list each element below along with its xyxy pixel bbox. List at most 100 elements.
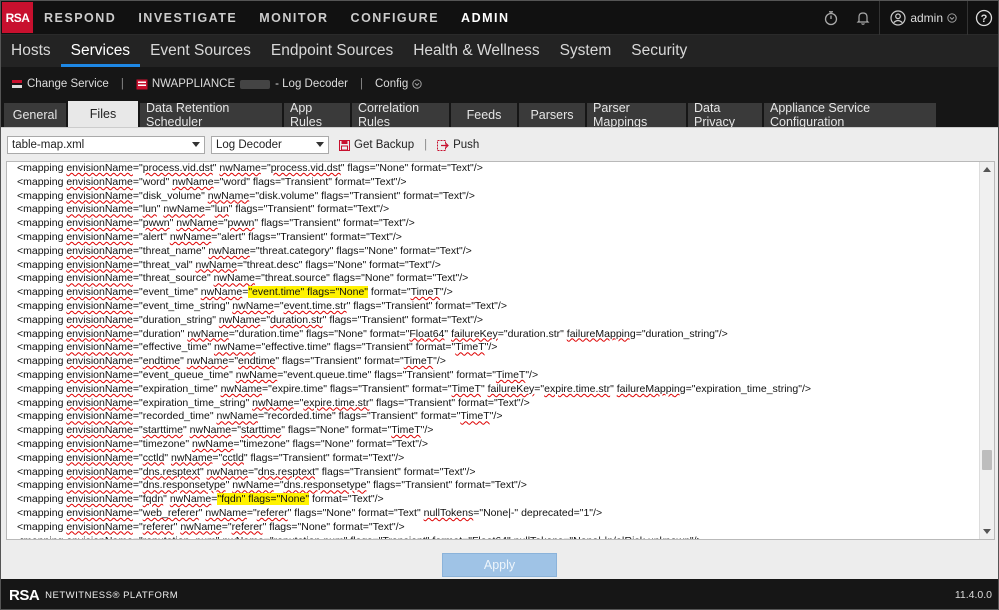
code-token: pwwn: [142, 217, 170, 230]
tab-parsers[interactable]: Parsers: [519, 103, 585, 127]
code-token: <mapping: [17, 175, 67, 188]
code-token: nwName: [219, 162, 261, 174]
code-token: web_referer: [142, 506, 199, 519]
change-service-label: Change Service: [27, 78, 109, 90]
tab-data-retention-scheduler[interactable]: Data Retention Scheduler: [140, 101, 282, 129]
code-token: =": [217, 217, 228, 230]
code-token: ="timezone": [132, 437, 192, 450]
code-token: <mapping: [17, 424, 67, 437]
code-token: =": [260, 313, 271, 326]
topnav-configure[interactable]: CONFIGURE: [340, 1, 451, 35]
code-token: ="alert": [132, 230, 170, 243]
code-token: TimeT: [451, 382, 481, 395]
tab-app-rules[interactable]: App Rules: [284, 101, 350, 129]
top-bar: RSA RESPOND INVESTIGATE MONITOR CONFIGUR…: [1, 1, 998, 35]
code-token: <mapping: [17, 272, 67, 285]
code-token: ": [610, 382, 617, 395]
footer-logo-rsa: RSA: [9, 586, 40, 604]
code-token: <mapping: [17, 382, 67, 395]
push-button[interactable]: Push: [433, 139, 483, 151]
code-token: nwName: [220, 382, 263, 395]
top-nav: RESPOND INVESTIGATE MONITOR CONFIGURE AD…: [33, 1, 521, 35]
stopwatch-icon[interactable]: [815, 1, 847, 35]
help-icon[interactable]: ?: [968, 1, 998, 35]
service-bar: Change Service | NWAPPLIANCE - Log Decode…: [1, 67, 998, 101]
code-token: ="expiration_time": [132, 382, 221, 395]
code-token: expire.time.str: [544, 382, 611, 395]
scroll-up-icon[interactable]: [983, 167, 991, 172]
subnav-event-sources[interactable]: Event Sources: [140, 35, 261, 67]
subnav-health-wellness[interactable]: Health & Wellness: [403, 35, 549, 67]
scroll-down-icon[interactable]: [983, 529, 991, 534]
code-token: envisionName: [66, 382, 133, 395]
topnav-respond[interactable]: RESPOND: [33, 1, 127, 35]
topnav-investigate[interactable]: INVESTIGATE: [127, 1, 248, 35]
get-backup-label: Get Backup: [354, 139, 415, 151]
code-token: lun: [214, 203, 229, 216]
code-token: envisionName: [66, 410, 133, 423]
code-token: TimeT: [455, 341, 485, 354]
subnav-system[interactable]: System: [550, 35, 622, 67]
tab-general[interactable]: General: [4, 103, 66, 127]
code-token: nwName: [180, 520, 222, 533]
service-select[interactable]: Log Decoder: [211, 136, 329, 154]
change-service-button[interactable]: Change Service: [1, 78, 119, 90]
code-token: envisionName: [66, 313, 133, 326]
subnav-hosts[interactable]: Hosts: [1, 35, 61, 67]
tab-feeds[interactable]: Feeds: [451, 103, 517, 127]
apply-button[interactable]: Apply: [442, 553, 557, 577]
code-token: =": [132, 355, 143, 368]
file-select[interactable]: table-map.xml: [7, 136, 205, 154]
dropdown-arrow-icon: [192, 142, 200, 147]
scroll-thumb[interactable]: [982, 450, 992, 470]
topnav-monitor[interactable]: MONITOR: [248, 1, 339, 35]
tab-correlation-rules[interactable]: Correlation Rules: [352, 101, 449, 129]
code-token: ": [164, 451, 171, 464]
code-token: ": [163, 493, 170, 506]
get-backup-button[interactable]: Get Backup: [335, 139, 418, 151]
code-token: =": [204, 203, 215, 216]
code-token: nwName: [189, 424, 232, 437]
files-toolbar: table-map.xml Log Decoder Get Backup | P…: [7, 136, 483, 154]
code-token: envisionName: [66, 506, 133, 519]
code-token: envisionName: [66, 189, 133, 202]
code-token: ="recorded.time" flags="Transient" forma…: [257, 410, 461, 423]
code-token: nwName: [163, 203, 205, 216]
tab-parser-mappings[interactable]: Parser Mappings: [587, 101, 686, 129]
code-token: =": [132, 217, 143, 230]
code-token: =": [132, 451, 143, 464]
code-token: ="threat_source": [132, 272, 214, 285]
config-menu[interactable]: Config: [365, 78, 432, 90]
code-token: <mapping: [17, 520, 67, 533]
config-tabs: General Files Data Retention Scheduler A…: [1, 101, 998, 129]
topnav-admin[interactable]: ADMIN: [450, 1, 520, 35]
appliance-selector[interactable]: NWAPPLIANCE - Log Decoder: [126, 78, 358, 90]
editor-line: <mapping envisionName="effective_time" n…: [17, 341, 976, 355]
bell-icon[interactable]: [847, 1, 879, 35]
code-token: <mapping: [17, 313, 67, 326]
rsa-logo[interactable]: RSA: [2, 2, 33, 33]
code-token: nullTokens: [423, 506, 474, 519]
code-token: <mapping: [17, 396, 67, 409]
code-token: nwName: [218, 313, 261, 326]
code-token: TimeT: [460, 410, 490, 423]
subnav-endpoint-sources[interactable]: Endpoint Sources: [261, 35, 403, 67]
code-token: envisionName: [66, 493, 133, 506]
subnav-security[interactable]: Security: [621, 35, 697, 67]
code-token: ="event_time_string": [132, 299, 233, 312]
subnav-services[interactable]: Services: [60, 35, 141, 67]
footer: RSA NETWITNESS® PLATFORM 11.4.0.0: [1, 579, 998, 609]
code-token: envisionName: [66, 479, 133, 492]
code-token: "/>: [433, 355, 446, 368]
editor-scrollbar[interactable]: [979, 162, 994, 539]
code-token: cctld: [222, 451, 244, 464]
tab-data-privacy[interactable]: Data Privacy: [688, 101, 762, 129]
code-token: failureMapping: [566, 327, 636, 340]
tab-appliance-service-configuration[interactable]: Appliance Service Configuration: [764, 101, 936, 129]
code-token: ="threat.source" flags="None" format="Te…: [255, 272, 469, 285]
user-menu[interactable]: admin: [879, 1, 968, 35]
code-token: =": [212, 451, 223, 464]
code-token: process.vid.dst: [142, 162, 213, 174]
tab-files[interactable]: Files: [68, 101, 138, 127]
file-editor[interactable]: <mapping envisionName="process.vid.dst" …: [6, 161, 995, 540]
